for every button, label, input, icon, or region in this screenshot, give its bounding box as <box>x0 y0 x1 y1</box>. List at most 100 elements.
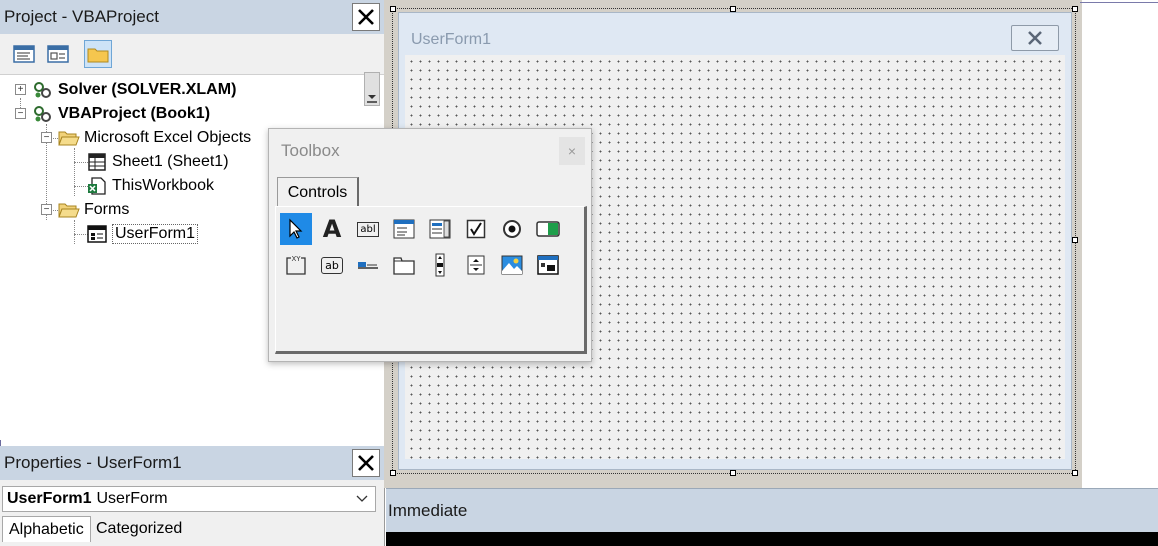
listbox-tool[interactable] <box>424 213 456 245</box>
tree-connector <box>74 220 75 244</box>
tree-item-label: Solver (SOLVER.XLAM) <box>58 81 237 98</box>
properties-pane-close-button[interactable] <box>352 449 380 477</box>
toolbox-controls-page: A abl XY ab <box>275 206 587 354</box>
checkbox-icon <box>466 219 486 239</box>
listbox-icon <box>429 219 451 239</box>
togglebutton-tool[interactable] <box>532 213 564 245</box>
close-x-icon <box>1028 31 1042 45</box>
properties-pane-title: Properties - UserForm1 <box>4 453 182 472</box>
tree-item-label: Microsoft Excel Objects <box>84 129 252 146</box>
multipage-tool[interactable] <box>388 249 420 281</box>
refedit-icon <box>537 255 559 275</box>
tree-connector <box>74 148 75 196</box>
textbox-icon: abl <box>357 221 379 237</box>
tree-item-excel-objects[interactable]: Microsoft Excel Objects <box>58 126 251 150</box>
select-objects-tool[interactable] <box>280 213 312 245</box>
combobox-tool[interactable] <box>388 213 420 245</box>
properties-pane-title-bar[interactable]: Properties - UserForm1 <box>0 446 384 480</box>
optionbutton-tool[interactable] <box>496 213 528 245</box>
project-pane-title-bar[interactable]: Project - VBAProject <box>0 0 384 34</box>
optionbutton-icon <box>503 220 521 238</box>
resize-handle[interactable] <box>390 6 396 12</box>
image-tool[interactable] <box>496 249 528 281</box>
commandbutton-icon: ab <box>321 256 343 274</box>
folder-open-icon <box>58 200 80 220</box>
tabstrip-icon <box>358 262 378 269</box>
immediate-window-title: Immediate <box>388 501 468 520</box>
tree-expander-vbaproject[interactable]: − <box>15 108 26 119</box>
object-type: UserForm <box>96 490 168 507</box>
folder-icon <box>87 48 109 63</box>
tab-categorized[interactable]: Categorized <box>90 516 188 542</box>
folder-open-icon <box>58 128 80 148</box>
frame-icon: XY <box>286 255 306 275</box>
close-x-icon: × <box>567 143 577 159</box>
image-icon <box>501 255 523 275</box>
view-code-button[interactable] <box>10 40 38 68</box>
label-icon: A <box>322 215 342 243</box>
combobox-icon <box>393 219 415 239</box>
vba-project-icon <box>32 104 54 124</box>
toolbox-window[interactable]: Toolbox × Controls A abl XY ab <box>268 128 592 362</box>
vba-project-icon <box>32 80 54 100</box>
tabstrip-tool[interactable] <box>352 249 384 281</box>
view-object-icon <box>47 45 69 63</box>
tree-expander-forms[interactable]: − <box>41 204 52 215</box>
project-pane-title: Project - VBAProject <box>4 7 159 26</box>
tree-item-forms[interactable]: Forms <box>58 198 129 222</box>
tree-item-solver[interactable]: Solver (SOLVER.XLAM) <box>32 78 236 102</box>
project-toolbar <box>0 34 384 106</box>
object-selector-dropdown[interactable]: UserForm1 UserForm <box>2 486 376 512</box>
designer-edge-line <box>1080 2 1158 3</box>
refedit-tool[interactable] <box>532 249 564 281</box>
select-objects-icon <box>289 218 303 239</box>
tab-alphabetic[interactable]: Alphabetic <box>2 516 91 542</box>
tree-item-sheet1[interactable]: Sheet1 (Sheet1) <box>86 150 229 174</box>
immediate-window-title-bar[interactable]: Immediate <box>386 488 1158 533</box>
togglebutton-icon <box>536 221 560 237</box>
view-object-button[interactable] <box>44 40 72 68</box>
tree-item-label: Sheet1 (Sheet1) <box>112 153 229 170</box>
spinbutton-icon <box>467 255 485 275</box>
toolbox-close-button[interactable]: × <box>559 137 585 165</box>
tree-item-label: ThisWorkbook <box>112 177 214 194</box>
worksheet-icon <box>86 152 108 172</box>
resize-handle[interactable] <box>730 470 736 476</box>
resize-handle[interactable] <box>1072 237 1078 243</box>
spinbutton-tool[interactable] <box>460 249 492 281</box>
scrollbar-icon <box>435 253 445 277</box>
tree-item-label: UserForm1 <box>112 224 199 244</box>
textbox-tool[interactable]: abl <box>352 213 384 245</box>
tree-item-vbaproject[interactable]: VBAProject (Book1) <box>32 102 210 126</box>
tree-expander-excel-objects[interactable]: − <box>41 132 52 143</box>
toolbox-title: Toolbox <box>281 141 340 160</box>
object-name: UserForm1 <box>7 490 92 507</box>
frame-tool[interactable]: XY <box>280 249 312 281</box>
userform-close-button[interactable] <box>1011 25 1059 51</box>
project-pane-close-button[interactable] <box>352 3 380 31</box>
tree-expander-solver[interactable]: + <box>15 84 26 95</box>
workbook-icon <box>86 176 108 196</box>
close-x-icon <box>358 455 374 471</box>
close-x-icon <box>358 9 374 25</box>
scrollbar-tool[interactable] <box>424 249 456 281</box>
checkbox-tool[interactable] <box>460 213 492 245</box>
tree-item-label: Forms <box>84 201 130 218</box>
view-code-icon <box>13 45 35 63</box>
label-tool[interactable]: A <box>316 213 348 245</box>
multipage-icon <box>393 257 415 275</box>
properties-pane: Properties - UserForm1 UserForm1 UserFor… <box>0 446 385 546</box>
tree-item-userform1[interactable]: UserForm1 <box>86 222 199 246</box>
chevron-down-icon <box>356 495 368 502</box>
tree-item-thisworkbook[interactable]: ThisWorkbook <box>86 174 214 198</box>
commandbutton-tool[interactable]: ab <box>316 249 348 281</box>
resize-handle[interactable] <box>1072 6 1078 12</box>
tree-item-label: VBAProject (Book1) <box>58 105 211 122</box>
userform-title: UserForm1 <box>411 31 492 48</box>
immediate-window-body[interactable] <box>386 532 1158 546</box>
resize-handle[interactable] <box>390 470 396 476</box>
svg-text:XY: XY <box>291 255 301 263</box>
resize-handle[interactable] <box>1072 470 1078 476</box>
tab-controls[interactable]: Controls <box>277 177 359 207</box>
toggle-folders-button[interactable] <box>84 40 112 68</box>
